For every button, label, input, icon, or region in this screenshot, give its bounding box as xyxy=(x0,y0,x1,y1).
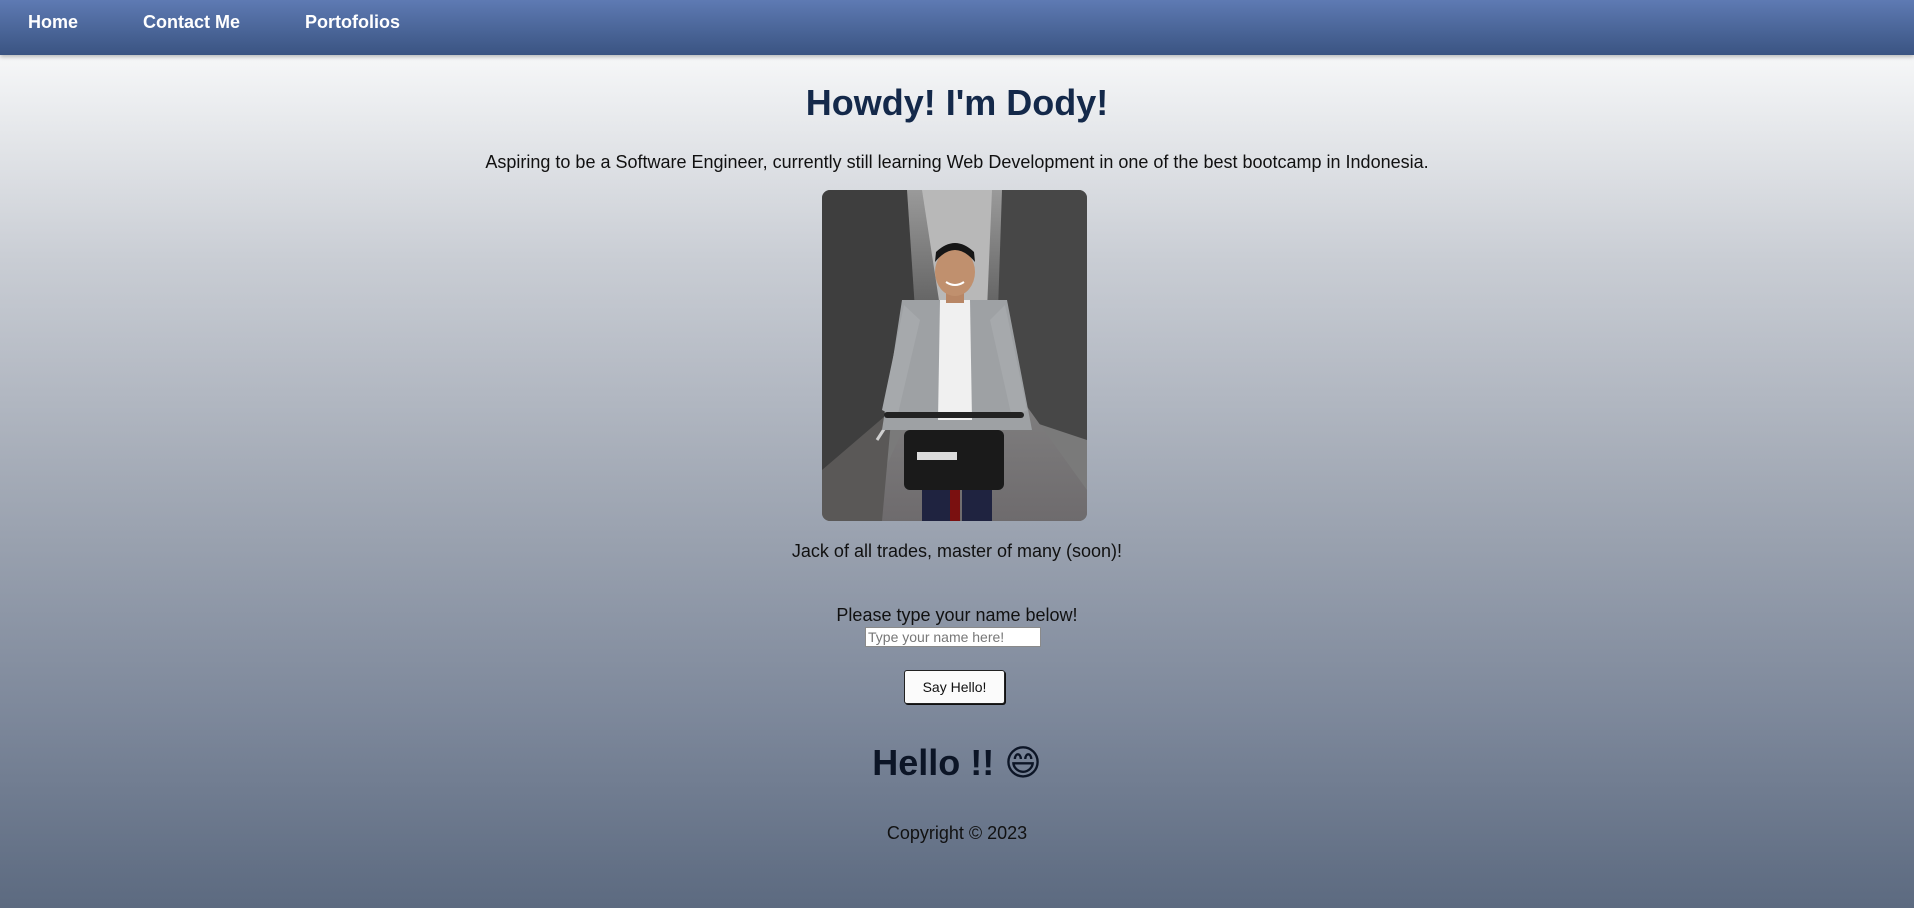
profile-photo xyxy=(822,190,1087,521)
nav-portfolios-link[interactable]: Portofolios xyxy=(305,12,400,33)
name-prompt: Please type your name below! xyxy=(836,605,1078,625)
nav-home-link[interactable]: Home xyxy=(28,12,78,33)
navbar: Home Contact Me Portofolios xyxy=(0,0,1914,55)
copyright-text: Copyright © 2023 xyxy=(886,823,1028,843)
tagline-text: Aspiring to be a Software Engineer, curr… xyxy=(485,152,1429,172)
photo-caption: Jack of all trades, master of many (soon… xyxy=(791,541,1123,561)
name-input[interactable] xyxy=(865,627,1041,647)
nav-contact-link[interactable]: Contact Me xyxy=(143,12,240,33)
greeting-output: Hello !! 😄 xyxy=(872,742,1042,783)
page-title: Howdy! I'm Dody! xyxy=(805,82,1109,123)
say-hello-button[interactable]: Say Hello! xyxy=(904,670,1005,704)
